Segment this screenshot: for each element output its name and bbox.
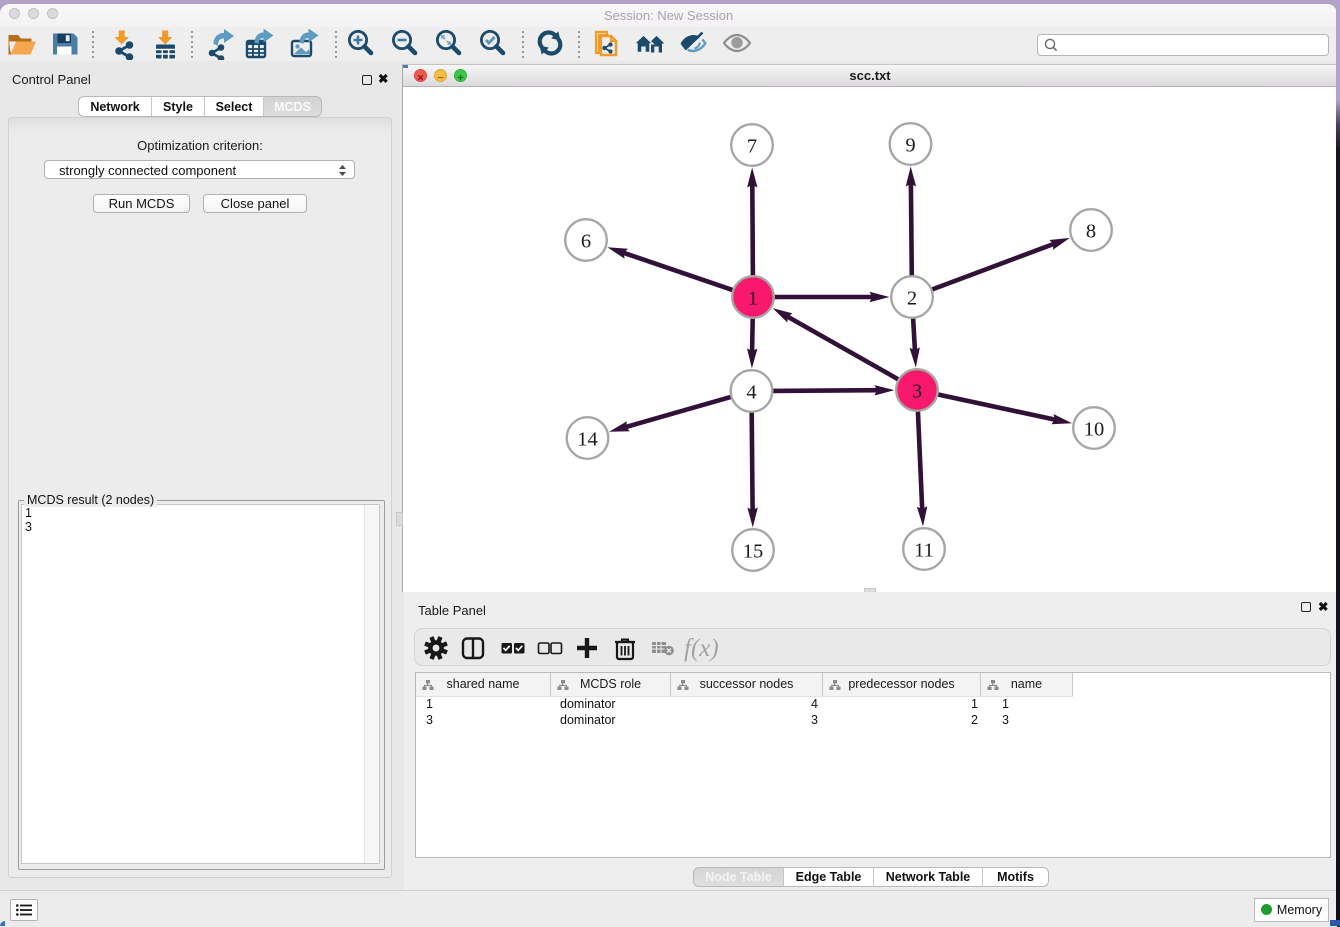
- svg-text:3: 3: [912, 380, 922, 402]
- svg-text:8: 8: [1086, 220, 1096, 242]
- svg-text:f(x): f(x): [684, 635, 719, 662]
- svg-text:9: 9: [905, 134, 915, 156]
- svg-text:15: 15: [743, 540, 764, 562]
- svg-text:4: 4: [746, 381, 756, 403]
- svg-text:10: 10: [1084, 418, 1105, 440]
- svg-text:1: 1: [748, 287, 758, 309]
- svg-text:2: 2: [907, 287, 917, 309]
- svg-text:14: 14: [577, 428, 598, 450]
- svg-text:6: 6: [581, 230, 591, 252]
- svg-text:7: 7: [747, 135, 757, 157]
- svg-text:11: 11: [914, 539, 934, 561]
